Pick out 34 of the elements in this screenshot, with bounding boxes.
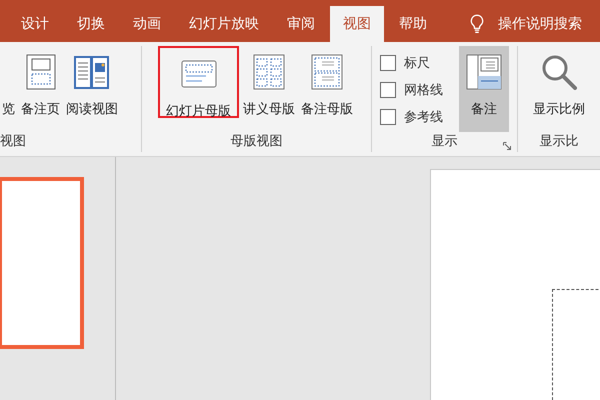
group-label: 视图	[0, 133, 26, 150]
lightbulb-icon	[470, 14, 484, 34]
ribbon-button[interactable]: 阅读视图	[64, 46, 120, 132]
group-label: 显示比	[540, 133, 578, 150]
ribbon-tab[interactable]: 动画	[120, 6, 174, 42]
ribbon-tab[interactable]: 切换	[64, 6, 118, 42]
search-field[interactable]: 操作说明搜索	[498, 15, 582, 33]
checkbox-label: 参考线	[404, 109, 443, 126]
notes-layout-icon	[309, 54, 345, 90]
ribbon-button[interactable]: 讲义母版	[241, 46, 297, 132]
ribbon-tab[interactable]: 设计	[8, 6, 62, 42]
checkbox[interactable]	[380, 82, 396, 98]
search-icon	[541, 54, 577, 90]
checkbox[interactable]	[380, 55, 396, 71]
dialog-launcher-icon[interactable]	[503, 142, 511, 150]
checkbox-label: 网格线	[404, 82, 443, 99]
ribbon-button[interactable]: 备注页	[19, 46, 62, 132]
ribbon-button[interactable]: 览	[0, 46, 17, 132]
checkbox[interactable]	[380, 109, 396, 125]
ribbon-tab[interactable]: 帮助	[386, 6, 440, 42]
ribbon-button[interactable]: 备注母版	[299, 46, 355, 132]
ribbon-tab[interactable]: 审阅	[274, 6, 328, 42]
ribbon-button[interactable]: 备注	[459, 46, 509, 132]
checkbox-label: 标尺	[404, 55, 430, 72]
notes-pane-icon	[466, 54, 502, 90]
ribbon-button[interactable]: 显示比例	[531, 46, 587, 132]
ribbon-button[interactable]: 幻灯片母版	[158, 46, 239, 118]
handout-layout-icon	[251, 54, 287, 90]
ribbon-tab[interactable]: 视图	[330, 6, 384, 42]
group-label: 母版视图	[230, 133, 282, 150]
open-book-icon	[74, 54, 110, 90]
ribbon-tab[interactable]: 幻灯片放映	[176, 6, 272, 42]
slide-thumbnail[interactable]	[0, 177, 84, 349]
group-label: 显示	[432, 133, 458, 150]
